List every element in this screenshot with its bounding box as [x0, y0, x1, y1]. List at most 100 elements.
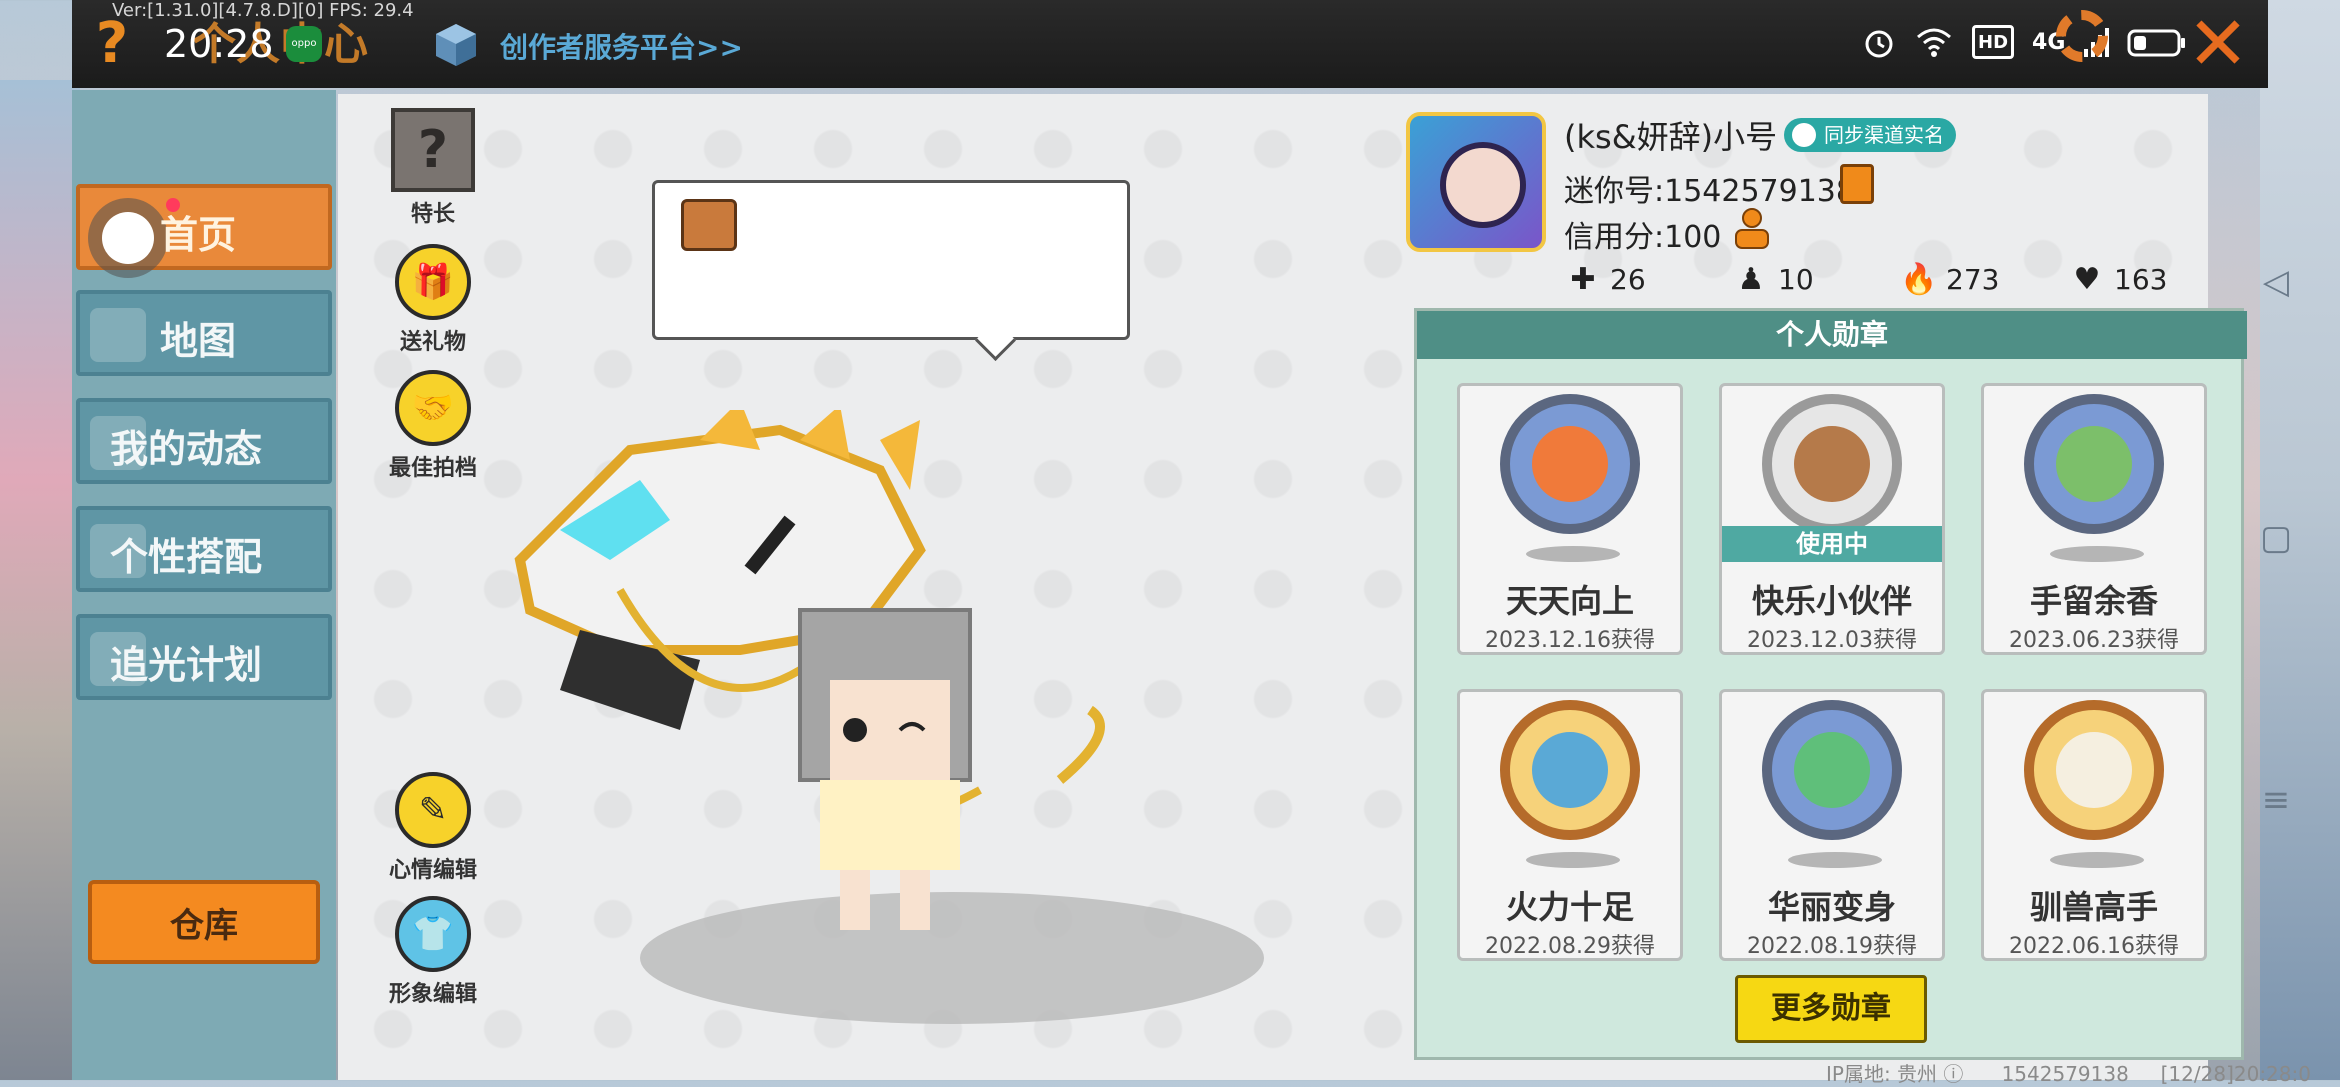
mini-id: 迷你号:1542579138: [1564, 174, 1855, 209]
action-label: 最佳拍档: [388, 456, 477, 481]
medal-tamer-icon: [2024, 700, 2164, 840]
left-navigation: 首页 地图 我的动态 个性搭配 追光计划 仓库: [72, 90, 336, 1080]
medal-firepower-icon: [1500, 700, 1640, 840]
medal-card[interactable]: 天天向上 2023.12.16获得: [1457, 383, 1683, 655]
android-back-icon[interactable]: ◁: [2256, 262, 2296, 302]
stat-likes[interactable]: ♥ 163: [2070, 261, 2238, 297]
stat-popularity[interactable]: 🔥 273: [1900, 261, 2070, 297]
avatar[interactable]: [1406, 112, 1546, 252]
medal-card[interactable]: 火力十足 2022.08.29获得: [1457, 689, 1683, 961]
gift-action[interactable]: 🎁 送礼物: [378, 244, 488, 356]
mood-speech-bubble[interactable]: [652, 180, 1130, 340]
player-character-model: [514, 410, 1264, 1024]
credit-person-icon[interactable]: [1732, 206, 1772, 250]
warehouse-button[interactable]: 仓库: [88, 880, 320, 964]
medal-name: 火力十足: [1505, 888, 1634, 926]
medal-fragrance-icon: [2024, 394, 2164, 534]
medal-date: 2023.06.23获得: [2009, 628, 2179, 653]
player-nickname: (ks&妍辞)小号: [1564, 118, 1778, 156]
action-label: 特长: [410, 202, 455, 227]
nav-item-label: 首页: [160, 213, 237, 257]
nav-item-label: 我的动态: [110, 427, 263, 471]
mood-edit-action[interactable]: ✎ 心情编辑: [378, 772, 488, 884]
nav-item-outfit[interactable]: 个性搭配: [76, 506, 332, 592]
fans-icon: ♟: [1737, 261, 1765, 297]
nav-item-label: 个性搭配: [110, 535, 263, 579]
medal-shadow: [2050, 852, 2144, 868]
status-clock: 20:28: [164, 22, 274, 66]
profile-stats: ✚ 26 ♟ 10 🔥 273 ♥ 163: [1566, 261, 2238, 297]
credit-score: 信用分:100: [1564, 220, 1722, 255]
footer-timestamp: [12/28]20:28:0: [2160, 1062, 2311, 1086]
realname-sync-badge[interactable]: 同步渠道实名: [1784, 118, 1956, 152]
avatar-edit-action[interactable]: 👕 形象编辑: [378, 896, 488, 1008]
alarm-icon: [1865, 30, 1893, 58]
medal-name: 手留余香: [2029, 582, 2158, 620]
medal-calendar-icon: [1500, 394, 1640, 534]
info-icon: ⓘ: [1943, 1062, 1964, 1086]
battery-icon: [2127, 29, 2186, 57]
handshake-icon: 🤝: [395, 370, 471, 446]
touch-indicator: [88, 198, 168, 278]
best-partner-action[interactable]: 🤝 最佳拍档: [378, 370, 488, 482]
map-icon: [90, 308, 146, 362]
stat-value: 26: [1610, 262, 1646, 296]
medal-card[interactable]: 华丽变身 2022.08.19获得: [1719, 689, 1945, 961]
medal-panel: 个人勋章 天天向上 2023.12.16获得 使用中 快乐小伙伴 2023.12…: [1414, 308, 2247, 1060]
flame-icon: 🔥: [1900, 261, 1938, 297]
hd-indicator: HD: [1972, 25, 2015, 59]
medal-shadow: [1526, 852, 1620, 868]
medal-date: 2023.12.03获得: [1747, 628, 1917, 653]
medal-name: 驯兽高手: [2029, 888, 2158, 926]
help-icon[interactable]: ?: [90, 14, 134, 74]
creator-platform-icon[interactable]: [432, 20, 480, 68]
edit-icon: ✎: [395, 772, 471, 848]
medal-date: 2023.12.16获得: [1485, 628, 1655, 653]
stat-friends[interactable]: ✚ 26: [1566, 261, 1734, 297]
nav-item-map[interactable]: 地图: [76, 290, 332, 376]
oppo-app-icon: oppo: [286, 26, 322, 62]
nav-item-home[interactable]: 首页: [76, 184, 332, 278]
settings-gear-icon[interactable]: [2056, 10, 2108, 62]
medal-shadow: [1788, 852, 1882, 868]
footer-uid: 1542579138: [2001, 1062, 2129, 1086]
medal-date: 2022.08.29获得: [1485, 934, 1655, 959]
more-medals-button[interactable]: 更多勋章: [1735, 975, 1927, 1043]
close-icon[interactable]: ✕: [2186, 7, 2250, 81]
nav-item-my-feed[interactable]: 我的动态: [76, 398, 332, 484]
stat-value: 163: [2114, 262, 2168, 296]
medal-name: 华丽变身: [1767, 888, 1896, 926]
nav-item-light-chase[interactable]: 追光计划: [76, 614, 332, 700]
copy-icon[interactable]: [1840, 164, 1874, 204]
medal-shadow: [2050, 546, 2144, 562]
add-friend-icon: ✚: [1570, 261, 1596, 297]
heart-icon: ♥: [2073, 261, 2101, 297]
medal-card[interactable]: 使用中 快乐小伙伴 2023.12.03获得: [1719, 383, 1945, 655]
medal-shadow: [1526, 546, 1620, 562]
mood-emoji-icon: [681, 199, 737, 251]
in-use-badge: 使用中: [1722, 526, 1942, 562]
medal-transform-icon: [1762, 700, 1902, 840]
android-home-icon[interactable]: ▢: [2256, 518, 2296, 558]
android-menu-icon[interactable]: ≡: [2256, 780, 2296, 820]
nav-item-label: 地图: [160, 319, 237, 363]
action-label: 形象编辑: [388, 982, 477, 1007]
action-label: 心情编辑: [388, 858, 477, 883]
status-bar-icons: HD 4G: [1862, 24, 2187, 60]
question-block-icon: ?: [391, 108, 475, 192]
specialty-action[interactable]: ? 特长: [378, 108, 488, 228]
medal-card[interactable]: 手留余香 2023.06.23获得: [1981, 383, 2207, 655]
nav-item-label: 追光计划: [110, 643, 263, 687]
wifi-icon: [1917, 28, 1951, 57]
action-label: 送礼物: [399, 330, 466, 355]
medal-name: 天天向上: [1505, 582, 1634, 620]
stat-value: 273: [1946, 262, 2000, 296]
stat-value: 10: [1778, 262, 1814, 296]
creator-platform-link[interactable]: 创作者服务平台>>: [500, 26, 743, 66]
medal-card[interactable]: 驯兽高手 2022.06.16获得: [1981, 689, 2207, 961]
gift-icon: 🎁: [395, 244, 471, 320]
medal-name: 快乐小伙伴: [1751, 582, 1912, 620]
ip-location: IP属地: 贵州: [1826, 1062, 1938, 1086]
game-backdrop-left: [0, 80, 80, 1080]
stat-fans[interactable]: ♟ 10: [1734, 261, 1902, 297]
